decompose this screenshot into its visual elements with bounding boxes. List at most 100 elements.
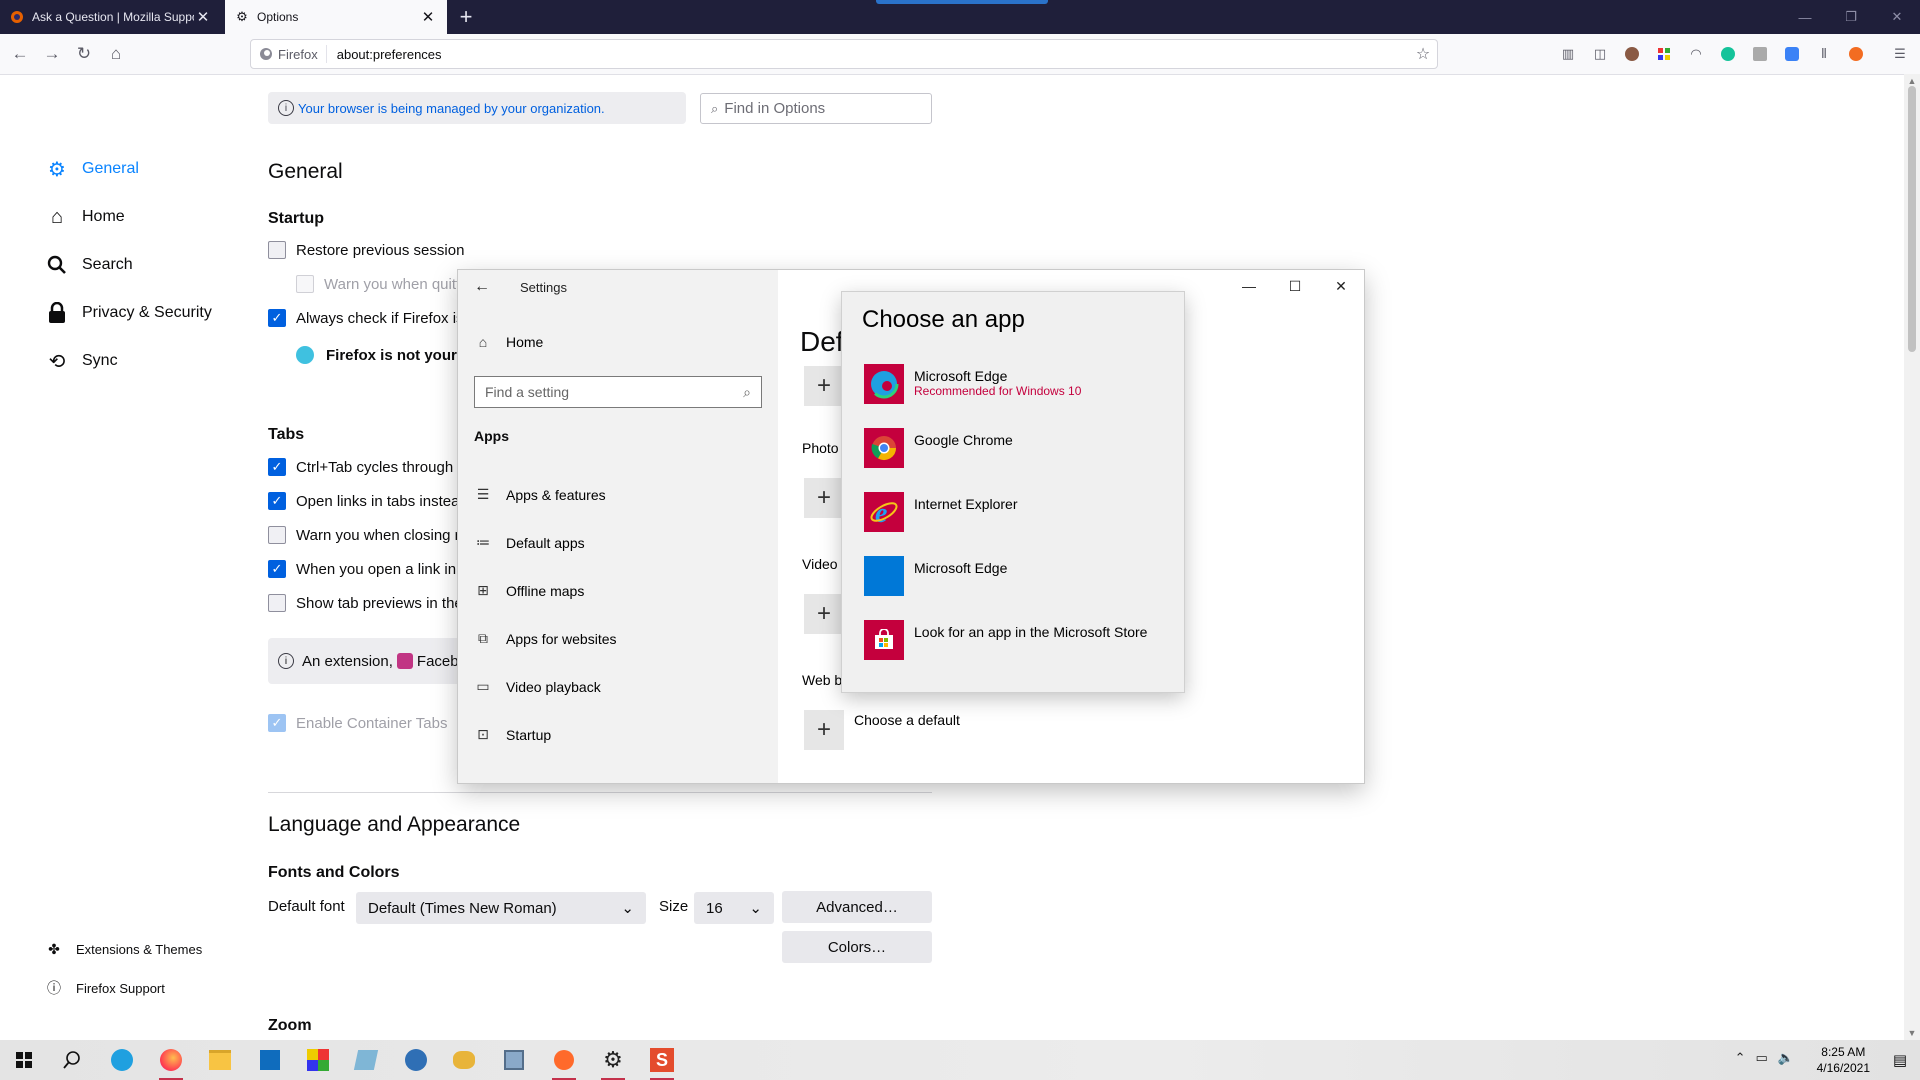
volume-icon[interactable]: 🔈: [1778, 1050, 1794, 1066]
category-sync[interactable]: ⟲ Sync: [44, 348, 118, 374]
restore-session-checkbox[interactable]: Restore previous session: [268, 241, 464, 259]
app-option-google-chrome[interactable]: Google Chrome: [864, 428, 1174, 472]
choose-default-label[interactable]: Choose a default: [854, 712, 960, 728]
checkbox-unchecked[interactable]: [268, 594, 286, 612]
find-in-options-input[interactable]: ⌕ Find in Options: [700, 93, 932, 124]
taskbar-circle-app-icon[interactable]: [400, 1044, 432, 1076]
default-browser-checkbox[interactable]: ✓ Always check if Firefox is: [268, 309, 464, 327]
taskbar-edge-icon[interactable]: [106, 1044, 138, 1076]
taskbar-search-icon[interactable]: [56, 1044, 88, 1076]
warn-quit-checkbox[interactable]: Warn you when quitt: [296, 275, 460, 293]
advanced-button[interactable]: Advanced…: [782, 891, 932, 923]
close-icon[interactable]: ✕: [1318, 270, 1364, 302]
extension-blue-icon[interactable]: [1780, 42, 1804, 66]
hamburger-menu-icon[interactable]: ☰: [1888, 42, 1912, 66]
container-tabs-checkbox[interactable]: ✓ Enable Container Tabs L: [268, 714, 466, 732]
sidebar-icon[interactable]: ◫: [1588, 42, 1612, 66]
notification-center-icon[interactable]: ▤: [1888, 1048, 1912, 1072]
scroll-down-icon[interactable]: ▼: [1904, 1028, 1920, 1038]
settings-offline-maps[interactable]: ⊞ Offline maps: [474, 582, 584, 599]
category-search[interactable]: Search: [44, 252, 133, 278]
url-text[interactable]: about:preferences: [327, 47, 1409, 62]
managed-notice-link[interactable]: Your browser is being managed by your or…: [298, 101, 605, 116]
taskbar-file-explorer-icon[interactable]: [204, 1044, 236, 1076]
url-bar[interactable]: Firefox about:preferences ☆: [250, 39, 1438, 69]
back-icon[interactable]: ←: [6, 40, 34, 68]
forward-icon[interactable]: →: [38, 40, 66, 68]
taskbar-red-s-app-icon[interactable]: S: [646, 1044, 678, 1080]
find-setting-input[interactable]: Find a setting ⌕: [474, 376, 762, 408]
colors-button[interactable]: Colors…: [782, 931, 932, 963]
extension-colorful-icon[interactable]: [1652, 42, 1676, 66]
settings-startup[interactable]: ⊡ Startup: [474, 726, 551, 743]
scroll-up-icon[interactable]: ▲: [1904, 76, 1920, 86]
checkbox-checked[interactable]: ✓: [268, 309, 286, 327]
category-general[interactable]: ⚙ General: [44, 156, 139, 182]
managed-notice[interactable]: i Your browser is being managed by your …: [268, 92, 686, 124]
back-arrow-icon[interactable]: ←: [474, 278, 490, 296]
close-tab-icon[interactable]: ✕: [419, 8, 437, 26]
bookmark-star-icon[interactable]: ☆: [1409, 44, 1437, 64]
taskbar-colorful-app-icon[interactable]: [302, 1044, 334, 1076]
checkbox-disabled[interactable]: [296, 275, 314, 293]
checkbox-checked[interactable]: ✓: [268, 458, 286, 476]
extension-arc-icon[interactable]: ◠: [1684, 42, 1708, 66]
open-link-new-tab-checkbox[interactable]: ✓ When you open a link in: [268, 560, 456, 578]
settings-apps-features[interactable]: ☰ Apps & features: [474, 486, 606, 503]
add-default-app-icon[interactable]: +: [804, 366, 844, 406]
chevron-up-icon[interactable]: ⌃: [1735, 1050, 1746, 1066]
app-option-microsoft-store[interactable]: Look for an app in the Microsoft Store: [864, 620, 1174, 664]
app-option-microsoft-edge[interactable]: Microsoft Edge Recommended for Windows 1…: [864, 364, 1174, 408]
page-scrollbar[interactable]: ▲ ▼: [1904, 74, 1920, 1040]
identity-box[interactable]: Firefox: [251, 45, 327, 63]
add-photo-app-icon[interactable]: +: [804, 478, 844, 518]
category-home[interactable]: ⌂ Home: [44, 204, 125, 230]
minimize-icon[interactable]: —: [1782, 0, 1828, 34]
ctrl-tab-checkbox[interactable]: ✓ Ctrl+Tab cycles through t: [268, 458, 462, 476]
default-font-select[interactable]: Default (Times New Roman) ⌄: [356, 892, 646, 924]
taskbar-clock[interactable]: 8:25 AM 4/16/2021: [1817, 1044, 1870, 1076]
taskbar-outlook-icon[interactable]: [254, 1044, 286, 1076]
maximize-icon[interactable]: ☐: [1272, 270, 1318, 302]
checkbox-checked[interactable]: ✓: [268, 714, 286, 732]
account-icon[interactable]: [1620, 42, 1644, 66]
grammarly-icon[interactable]: [1716, 42, 1740, 66]
add-video-app-icon[interactable]: +: [804, 594, 844, 634]
tab-ask-question[interactable]: Ask a Question | Mozilla Suppo ✕: [0, 0, 222, 34]
scroll-thumb[interactable]: [1908, 86, 1916, 352]
settings-home[interactable]: ⌂ Home: [474, 334, 544, 350]
close-window-icon[interactable]: ✕: [1874, 0, 1920, 34]
settings-video-playback[interactable]: ▭ Video playback: [474, 678, 600, 695]
new-tab-button[interactable]: +: [452, 3, 480, 31]
checkbox-unchecked[interactable]: [268, 241, 286, 259]
taskbar-settings-icon[interactable]: ⚙: [597, 1044, 629, 1080]
reload-icon[interactable]: ↻: [70, 40, 98, 68]
home-icon[interactable]: ⌂: [102, 40, 130, 68]
tab-options[interactable]: ⚙ Options ✕: [225, 0, 447, 34]
extension-orange-icon[interactable]: [1844, 42, 1868, 66]
close-tab-icon[interactable]: ✕: [194, 8, 212, 26]
taskbar-document-app-icon[interactable]: [498, 1044, 530, 1076]
checkbox-checked[interactable]: ✓: [268, 560, 286, 578]
app-option-internet-explorer[interactable]: e Internet Explorer: [864, 492, 1174, 536]
network-icon[interactable]: ▭: [1756, 1050, 1768, 1066]
app-option-microsoft-edge-legacy[interactable]: Microsoft Edge: [864, 556, 1174, 600]
taskbar-yellow-app-icon[interactable]: [448, 1044, 480, 1076]
extension-gray-icon[interactable]: [1748, 42, 1772, 66]
open-links-checkbox[interactable]: ✓ Open links in tabs instea: [268, 492, 459, 510]
extension-bars-icon[interactable]: ⦀: [1812, 42, 1836, 66]
taskbar-orange-app-icon[interactable]: [548, 1044, 580, 1080]
checkbox-checked[interactable]: ✓: [268, 492, 286, 510]
tab-previews-checkbox[interactable]: Show tab previews in the: [268, 594, 463, 612]
warn-closing-checkbox[interactable]: Warn you when closing m: [268, 526, 467, 544]
minimize-icon[interactable]: —: [1226, 270, 1272, 302]
windows-start-icon[interactable]: [8, 1044, 40, 1076]
taskbar-firefox-icon[interactable]: [155, 1044, 187, 1080]
font-size-select[interactable]: 16 ⌄: [694, 892, 774, 924]
add-web-browser-icon[interactable]: +: [804, 710, 844, 750]
restore-icon[interactable]: ❐: [1828, 0, 1874, 34]
firefox-support-link[interactable]: ⓘ Firefox Support: [46, 978, 165, 998]
extensions-themes-link[interactable]: ✤ Extensions & Themes: [46, 941, 202, 958]
settings-default-apps[interactable]: ≔ Default apps: [474, 534, 585, 551]
checkbox-unchecked[interactable]: [268, 526, 286, 544]
